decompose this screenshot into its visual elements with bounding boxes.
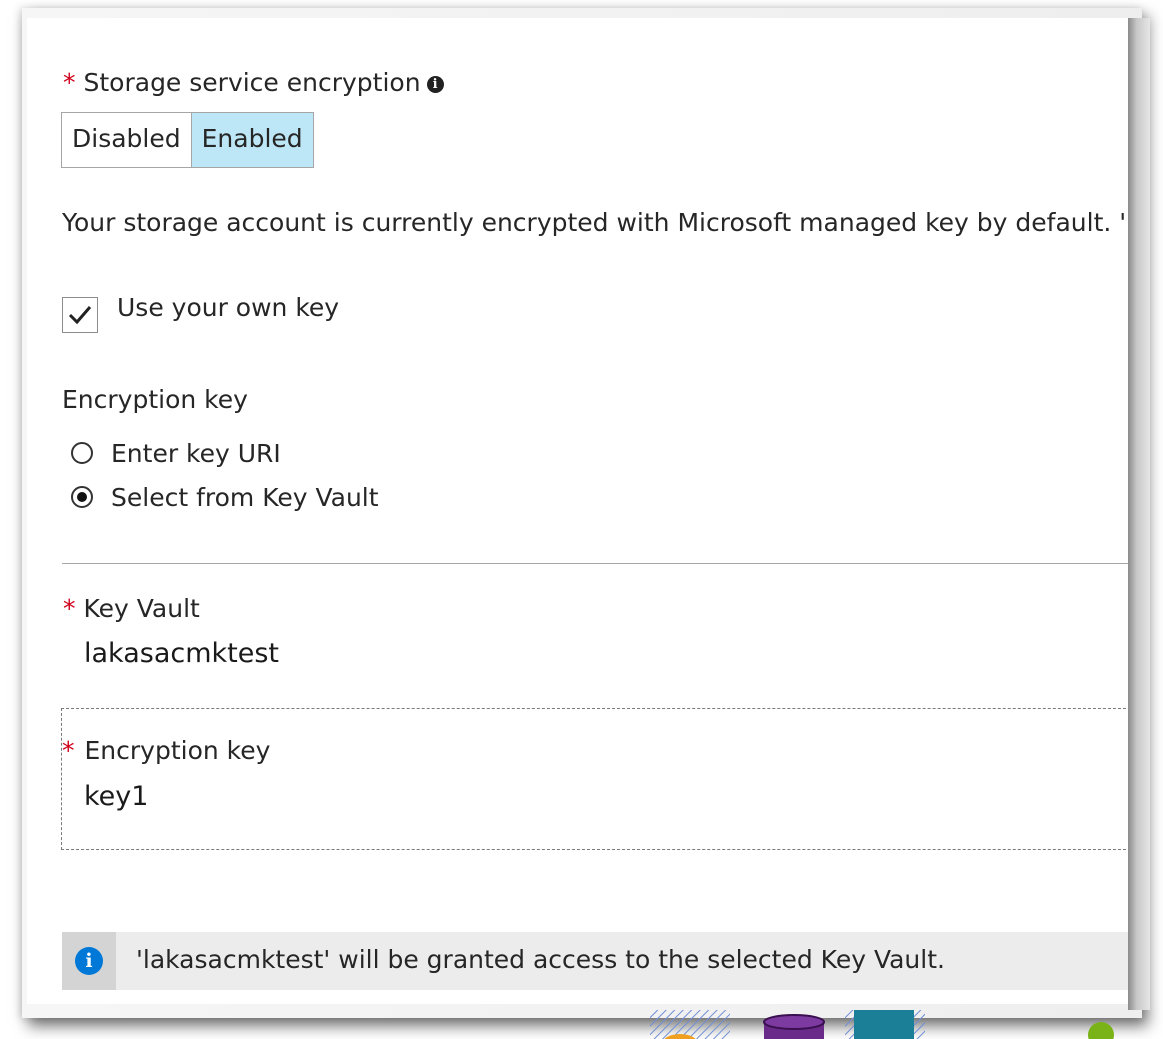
storage-encryption-label: Storage service encryption (83, 68, 421, 97)
key-vault-value[interactable]: lakasacmktest (84, 638, 279, 669)
required-marker: * (63, 594, 76, 623)
encryption-key-label: Encryption key (84, 736, 271, 765)
radio-select-from-key-vault-label: Select from Key Vault (111, 483, 379, 512)
toggle-disabled-option[interactable]: Disabled (62, 113, 192, 167)
radio-enter-key-uri-label: Enter key URI (111, 439, 281, 468)
required-marker: * (62, 736, 75, 765)
info-bar-icon-cell: i (62, 932, 116, 990)
info-icon[interactable]: i (426, 76, 444, 93)
green-dot-decoration (1088, 1022, 1114, 1039)
blade-edge (1128, 18, 1150, 1010)
encryption-blade: * Storage service encryption i Disabled En… (27, 18, 1128, 1004)
encryption-key-label-row: * Encryption key (62, 736, 270, 765)
key-vault-label-row: * Key Vault (63, 594, 200, 623)
encryption-key-source-label: Encryption key (62, 385, 248, 414)
use-own-key-checkbox[interactable] (62, 297, 98, 333)
encryption-key-value[interactable]: key1 (84, 781, 148, 812)
storage-encryption-label-row: * Storage service encryption i (63, 68, 444, 97)
info-message-text: 'lakasacmktest' will be granted access t… (136, 945, 945, 974)
encryption-description: Your storage account is currently encryp… (62, 208, 1127, 237)
encryption-key-field[interactable] (61, 708, 1128, 850)
required-marker: * (63, 68, 76, 97)
info-icon: i (75, 947, 103, 975)
checkmark-icon (68, 306, 92, 325)
info-message-bar: i 'lakasacmktest' will be granted access… (62, 932, 1128, 990)
key-vault-label: Key Vault (83, 594, 200, 623)
radio-enter-key-uri[interactable] (71, 442, 93, 464)
radio-select-from-key-vault[interactable] (71, 486, 93, 508)
background-illustration (650, 1010, 925, 1039)
use-own-key-label: Use your own key (117, 293, 340, 322)
section-divider (62, 563, 1128, 564)
toggle-enabled-option[interactable]: Enabled (191, 113, 313, 167)
encryption-toggle: Disabled Enabled (61, 112, 314, 168)
